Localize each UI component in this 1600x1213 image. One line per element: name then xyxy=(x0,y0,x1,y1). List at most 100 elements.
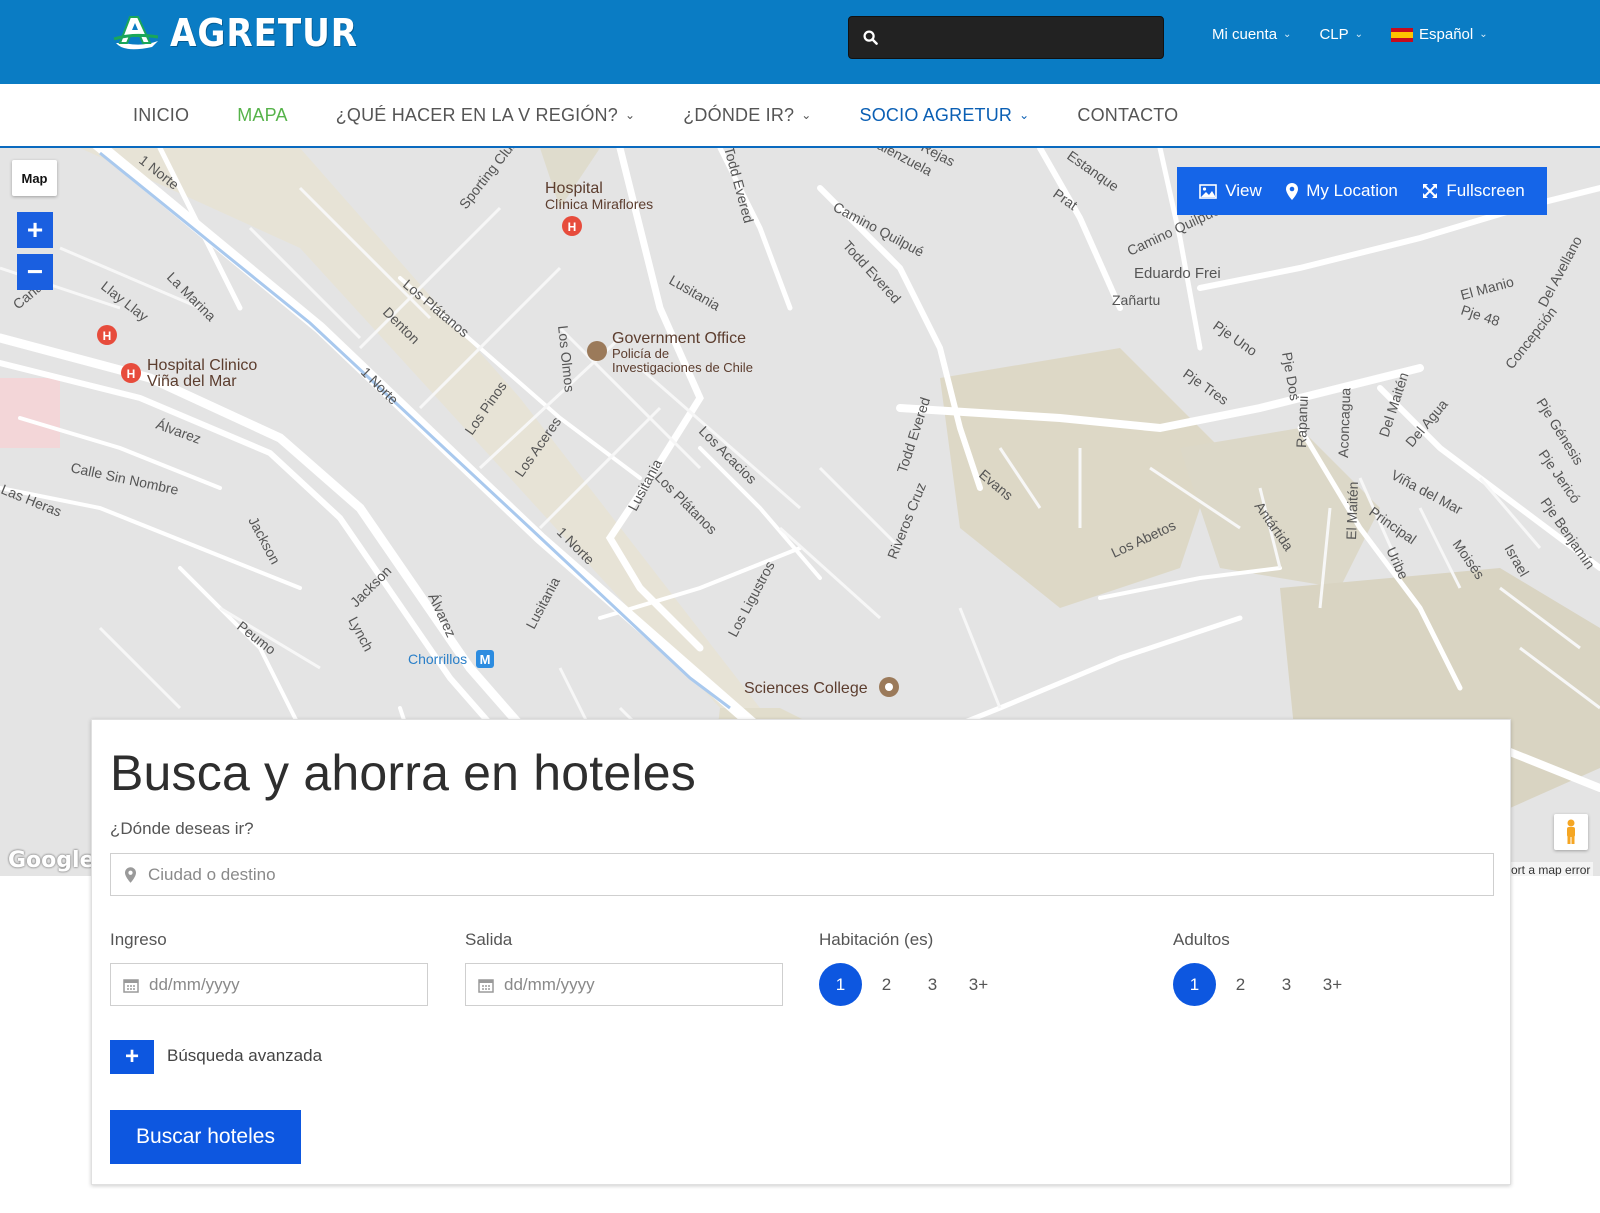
account-label: Mi cuenta xyxy=(1212,26,1278,43)
checkout-input[interactable] xyxy=(504,974,778,995)
plus-icon: + xyxy=(124,1043,139,1070)
map-label: Sporting Club xyxy=(456,148,521,212)
logo[interactable]: AGRETUR xyxy=(112,10,379,56)
nav-label: INICIO xyxy=(133,104,190,125)
calendar-icon xyxy=(478,978,494,993)
map-label: Aconcagua xyxy=(1335,387,1353,458)
rooms-option-3-plus[interactable]: 3+ xyxy=(957,963,1000,1006)
map-label: Lusitania xyxy=(667,272,724,314)
adults-option-2[interactable]: 2 xyxy=(1219,963,1262,1006)
brand-name: AGRETUR xyxy=(170,11,358,55)
map-label: Viña del Mar xyxy=(1389,467,1466,518)
my-location-button[interactable]: My Location xyxy=(1286,181,1398,201)
rooms-selector: 1 2 3 3+ xyxy=(819,963,1003,1006)
logo-icon xyxy=(113,16,159,50)
fullscreen-button[interactable]: Fullscreen xyxy=(1422,181,1525,201)
currency-label: CLP xyxy=(1319,26,1349,43)
image-icon xyxy=(1199,183,1218,199)
language-menu[interactable]: Español ⌄ xyxy=(1391,26,1488,43)
nav-item-contacto[interactable]: CONTACTO xyxy=(1077,105,1178,126)
adults-option-1[interactable]: 1 xyxy=(1173,963,1216,1006)
map-label: 1 Norte xyxy=(358,364,402,408)
top-header: AGRETUR Mi cuenta ⌄ CLP ⌄ Español ⌄ xyxy=(0,0,1600,84)
destination-input[interactable] xyxy=(148,864,1380,885)
checkout-label: Salida xyxy=(465,930,513,949)
map-label: Pje Uno xyxy=(1210,317,1260,359)
nav-label: MAPA xyxy=(237,104,288,125)
nav-item-mapa[interactable]: MAPA xyxy=(237,105,287,126)
nav-label: SOCIO AGRETUR xyxy=(859,104,1013,125)
nav-item-inicio[interactable]: INICIO xyxy=(133,105,189,126)
rooms-label: Habitación (es) xyxy=(819,930,934,949)
chevron-down-icon: ⌄ xyxy=(801,108,812,122)
street-view-pegman[interactable] xyxy=(1554,814,1588,850)
map-label: Los Plátanos xyxy=(652,469,721,538)
site-search[interactable] xyxy=(848,16,1164,59)
checkout-field[interactable] xyxy=(465,963,783,1006)
hotel-search-panel: Busca y ahorra en hoteles ¿Dónde deseas … xyxy=(91,719,1511,1185)
language-label: Español xyxy=(1419,26,1474,43)
svg-text:H: H xyxy=(127,367,136,381)
adults-option-3[interactable]: 3 xyxy=(1265,963,1308,1006)
map-label: Lusitania xyxy=(523,574,564,631)
chevron-down-icon: ⌄ xyxy=(1019,108,1030,122)
currency-menu[interactable]: CLP ⌄ xyxy=(1319,26,1363,43)
map-label: Los Ligustros xyxy=(725,558,778,639)
advanced-search-label[interactable]: Búsqueda avanzada xyxy=(167,1046,322,1066)
rooms-option-2[interactable]: 2 xyxy=(865,963,908,1006)
fullscreen-label: Fullscreen xyxy=(1446,181,1525,200)
checkin-input[interactable] xyxy=(149,974,423,995)
map-label: Zañartu xyxy=(1112,292,1160,308)
map-label: Government Office xyxy=(612,330,746,347)
map-view-button[interactable]: View xyxy=(1199,181,1262,201)
map-label: Hospital Clinico xyxy=(147,357,257,374)
main-nav: INICIO MAPA ¿QUÉ HACER EN LA V REGIÓN? ⌄ … xyxy=(0,84,1600,148)
nav-item-donde-ir[interactable]: ¿DÓNDE IR? ⌄ xyxy=(683,105,811,126)
nav-label: CONTACTO xyxy=(1077,104,1179,125)
svg-text:H: H xyxy=(103,329,112,343)
map-label: Pje Benjamín xyxy=(1538,495,1599,572)
map-label: Eduardo Frei xyxy=(1134,265,1221,282)
search-hotels-button[interactable]: Buscar hoteles xyxy=(110,1110,301,1164)
fullscreen-icon xyxy=(1423,184,1438,198)
nav-list: INICIO MAPA ¿QUÉ HACER EN LA V REGIÓN? ⌄ … xyxy=(133,84,1226,146)
checkin-field[interactable] xyxy=(110,963,428,1006)
map-label: Todd Evered xyxy=(840,237,904,306)
chevron-down-icon: ⌄ xyxy=(1283,29,1292,40)
nav-item-que-hacer[interactable]: ¿QUÉ HACER EN LA V REGIÓN? ⌄ xyxy=(336,105,636,126)
top-links: Mi cuenta ⌄ CLP ⌄ Español ⌄ xyxy=(1212,26,1516,43)
map-label: Pje Tres xyxy=(1180,365,1231,408)
map-label: Investigaciones de Chile xyxy=(612,360,753,375)
destination-field[interactable] xyxy=(110,853,1494,896)
rooms-option-3[interactable]: 3 xyxy=(911,963,954,1006)
map-toolbar: View My Location Fullscreen xyxy=(1177,167,1547,215)
zoom-in-button[interactable]: + xyxy=(17,212,53,248)
map-label: Todd Evered xyxy=(721,148,757,225)
map-type-button[interactable]: Map xyxy=(12,160,57,196)
map-marker-icon xyxy=(1286,182,1299,200)
my-location-label: My Location xyxy=(1306,181,1398,200)
google-logo: Google xyxy=(8,848,95,873)
account-menu[interactable]: Mi cuenta ⌄ xyxy=(1212,26,1291,43)
map-label: Concepción xyxy=(1502,304,1560,372)
map-label: Del Agua xyxy=(1402,396,1451,450)
map-label: Sciences College xyxy=(744,680,868,697)
map-label: Chorrillos xyxy=(408,651,467,667)
advanced-search-toggle[interactable]: + xyxy=(110,1040,154,1074)
map-label: Los Olmos xyxy=(555,325,578,393)
svg-text:H: H xyxy=(568,220,577,234)
pegman-icon xyxy=(1567,819,1575,844)
map-label: Las Heras xyxy=(0,481,64,520)
nav-label: ¿QUÉ HACER EN LA V REGIÓN? xyxy=(335,104,618,125)
zoom-out-button[interactable]: − xyxy=(17,254,53,290)
chevron-down-icon: ⌄ xyxy=(1354,29,1364,40)
search-input[interactable] xyxy=(888,29,1148,46)
chevron-down-icon: ⌄ xyxy=(624,108,636,122)
map-label: Policía de xyxy=(612,346,669,361)
report-map-error-link[interactable]: ort a map error xyxy=(1508,862,1594,876)
adults-option-3-plus[interactable]: 3+ xyxy=(1311,963,1354,1006)
rooms-option-1[interactable]: 1 xyxy=(819,963,862,1006)
map-label: Pje 48 xyxy=(1459,302,1502,330)
map-label: El Maitén xyxy=(1343,481,1361,540)
nav-item-socio[interactable]: SOCIO AGRETUR ⌄ xyxy=(860,105,1030,126)
